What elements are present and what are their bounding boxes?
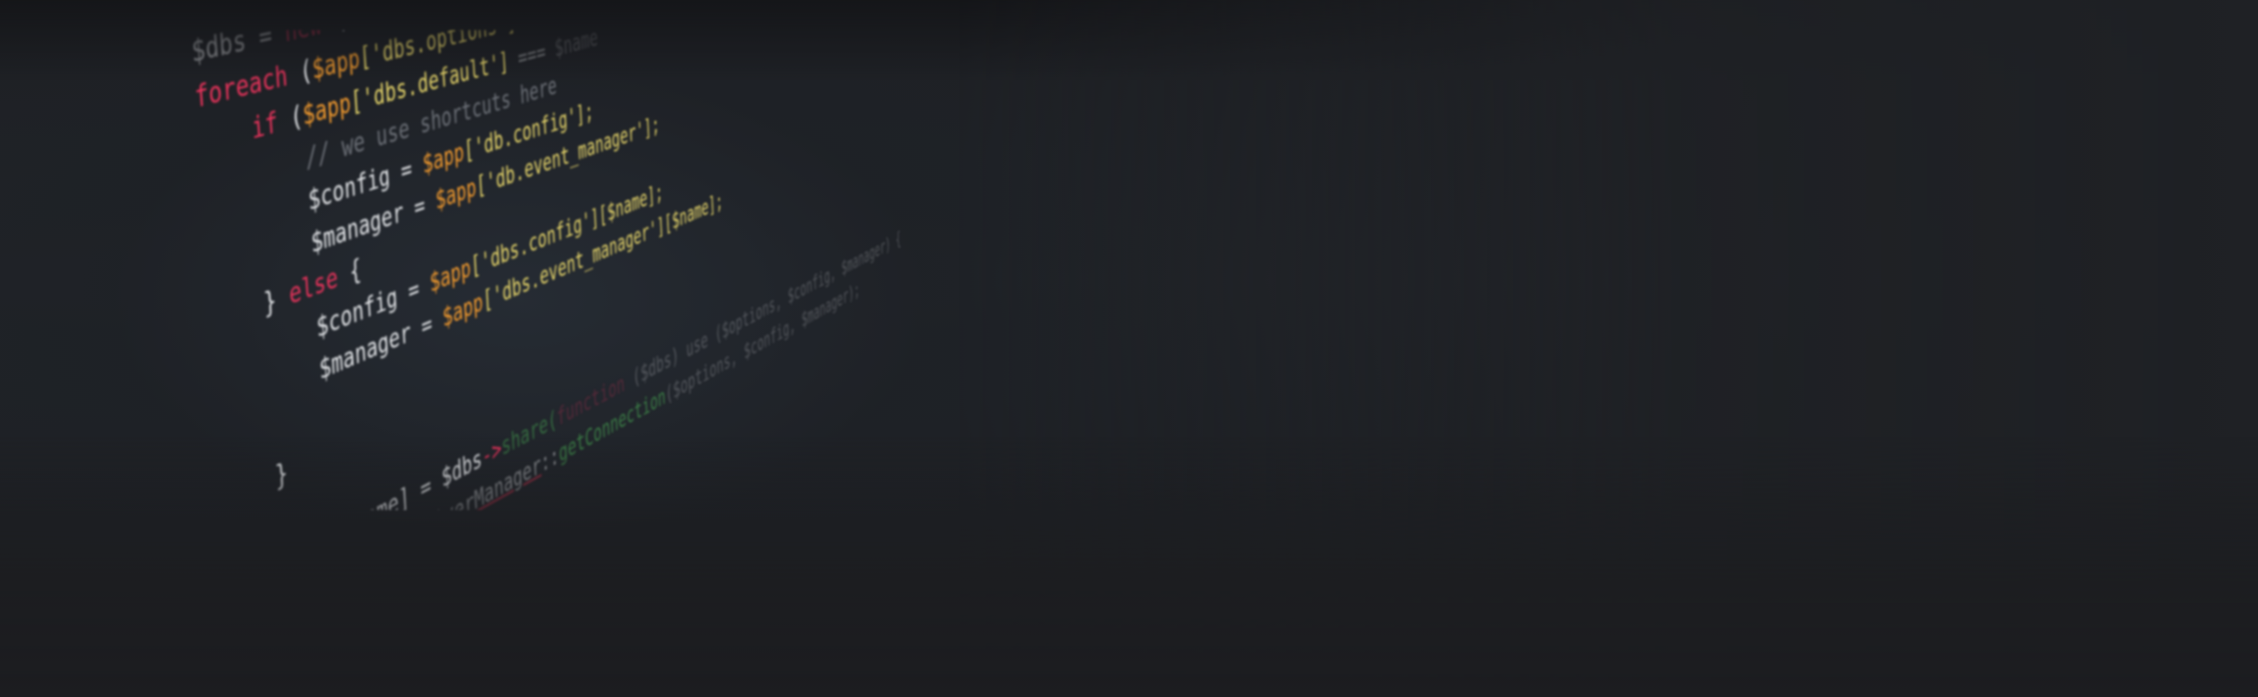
code-token: $app (311, 42, 361, 87)
blurred-code-snippet: $dbs = new \Pimple();foreach ($app['dbs.… (190, 30, 1340, 510)
code-editor-text: $dbs = new \Pimple();foreach ($app['dbs.… (190, 30, 903, 510)
code-token: } (262, 279, 291, 322)
code-token: $dbs (190, 30, 248, 70)
code-token: = (409, 304, 444, 348)
code-token: -> (481, 433, 503, 473)
code-token: { (348, 253, 363, 289)
code-token: :: (540, 441, 560, 479)
code-token: = (402, 186, 437, 228)
code-token: if (250, 102, 292, 147)
code-photo-background: $dbs = new \Pimple();foreach ($app['dbs.… (0, 0, 2258, 697)
code-token: } (274, 455, 289, 495)
code-token: = (389, 150, 424, 191)
code-token: = (244, 30, 286, 58)
